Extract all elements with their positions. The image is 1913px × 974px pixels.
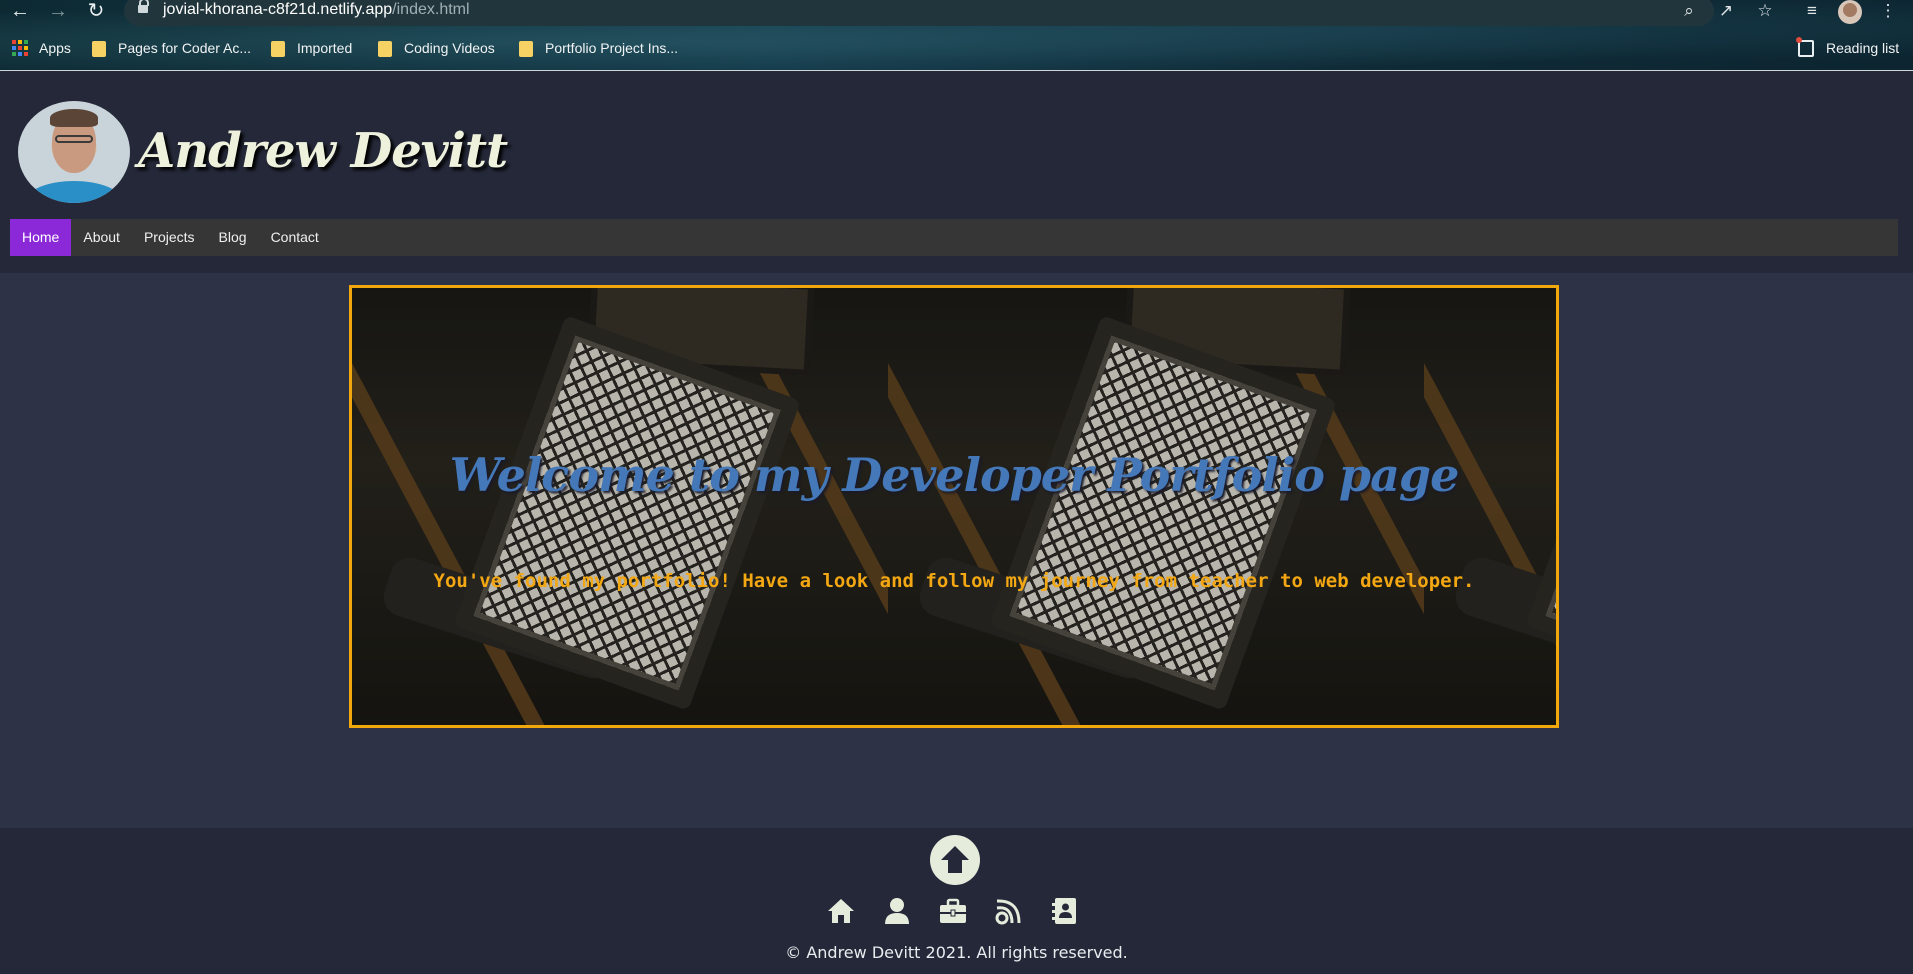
folder-icon — [92, 41, 106, 57]
browser-chrome: ← → ↻ jovial-khorana-c8f21d.netlify.app/… — [0, 0, 1913, 71]
bookmark-label: Portfolio Project Ins... — [545, 40, 679, 56]
star-icon[interactable]: ☆ — [1753, 0, 1777, 22]
reading-list[interactable]: Reading list — [1796, 36, 1900, 60]
profile-photo — [18, 101, 130, 203]
reading-list-label: Reading list — [1826, 40, 1900, 56]
bookmark-portfolio-project[interactable]: Portfolio Project Ins... — [519, 36, 678, 60]
url-text[interactable]: jovial-khorana-c8f21d.netlify.app/index.… — [163, 1, 470, 19]
back-icon[interactable]: ← — [6, 0, 34, 24]
bookmark-label: Pages for Coder Ac... — [118, 40, 252, 56]
hero-subtitle: You've found my portfolio! Have a look a… — [433, 570, 1475, 592]
lock-icon[interactable] — [138, 0, 149, 13]
site-title: Andrew Devitt — [138, 123, 508, 179]
nav-projects[interactable]: Projects — [132, 219, 207, 256]
hero-overlay — [352, 288, 1556, 725]
nav-about[interactable]: About — [71, 219, 132, 256]
bookmark-label: Imported — [297, 40, 353, 56]
menu-icon[interactable]: ⋮ — [1876, 0, 1900, 22]
apps-grid-icon — [12, 40, 28, 56]
back-to-top-button[interactable] — [930, 835, 980, 885]
blog-icon[interactable] — [994, 896, 1024, 926]
main-nav: Home About Projects Blog Contact — [10, 219, 1898, 256]
url-host: jovial-khorana-c8f21d.netlify.app — [163, 1, 393, 18]
arrow-up-icon — [941, 846, 969, 873]
zoom-icon[interactable]: ⌕ — [1677, 0, 1701, 22]
nav-home[interactable]: Home — [10, 219, 72, 256]
hero-banner: Welcome to my Developer Portfolio page Y… — [349, 285, 1559, 728]
address-book-icon[interactable] — [1050, 896, 1080, 926]
briefcase-icon[interactable] — [938, 896, 968, 926]
forward-icon[interactable]: → — [44, 0, 72, 24]
bookmark-coding-videos[interactable]: Coding Videos — [378, 36, 495, 60]
bookmark-label: Apps — [39, 40, 71, 56]
nav-contact[interactable]: Contact — [259, 219, 331, 256]
folder-icon — [271, 41, 285, 57]
reading-list-icon — [1796, 36, 1814, 57]
media-queue-icon[interactable]: ≡ — [1800, 0, 1824, 22]
url-path: /index.html — [392, 1, 470, 18]
footer-nav — [826, 896, 1080, 926]
folder-icon — [519, 41, 533, 57]
bookmark-apps[interactable]: Apps — [12, 36, 71, 60]
profile-avatar[interactable] — [1838, 0, 1862, 24]
address-row: ← → ↻ jovial-khorana-c8f21d.netlify.app/… — [0, 0, 1913, 26]
home-icon[interactable] — [826, 896, 856, 926]
bookmark-label: Coding Videos — [404, 40, 495, 56]
copyright-text: © Andrew Devitt 2021. All rights reserve… — [785, 943, 1128, 962]
nav-blog[interactable]: Blog — [207, 219, 259, 256]
site-footer: © Andrew Devitt 2021. All rights reserve… — [0, 828, 1913, 974]
folder-icon — [378, 41, 392, 57]
hero-title: Welcome to my Developer Portfolio page — [449, 448, 1460, 502]
bookmark-imported[interactable]: Imported — [271, 36, 352, 60]
user-icon[interactable] — [882, 896, 912, 926]
share-icon[interactable]: ↗ — [1714, 0, 1738, 22]
bookmarks-bar: Apps Pages for Coder Ac... Imported Codi… — [0, 36, 1913, 62]
reload-icon[interactable]: ↻ — [82, 0, 110, 24]
bookmark-pages-for-coder[interactable]: Pages for Coder Ac... — [92, 36, 251, 60]
site-header: Andrew Devitt Home About Projects Blog C… — [0, 71, 1913, 273]
